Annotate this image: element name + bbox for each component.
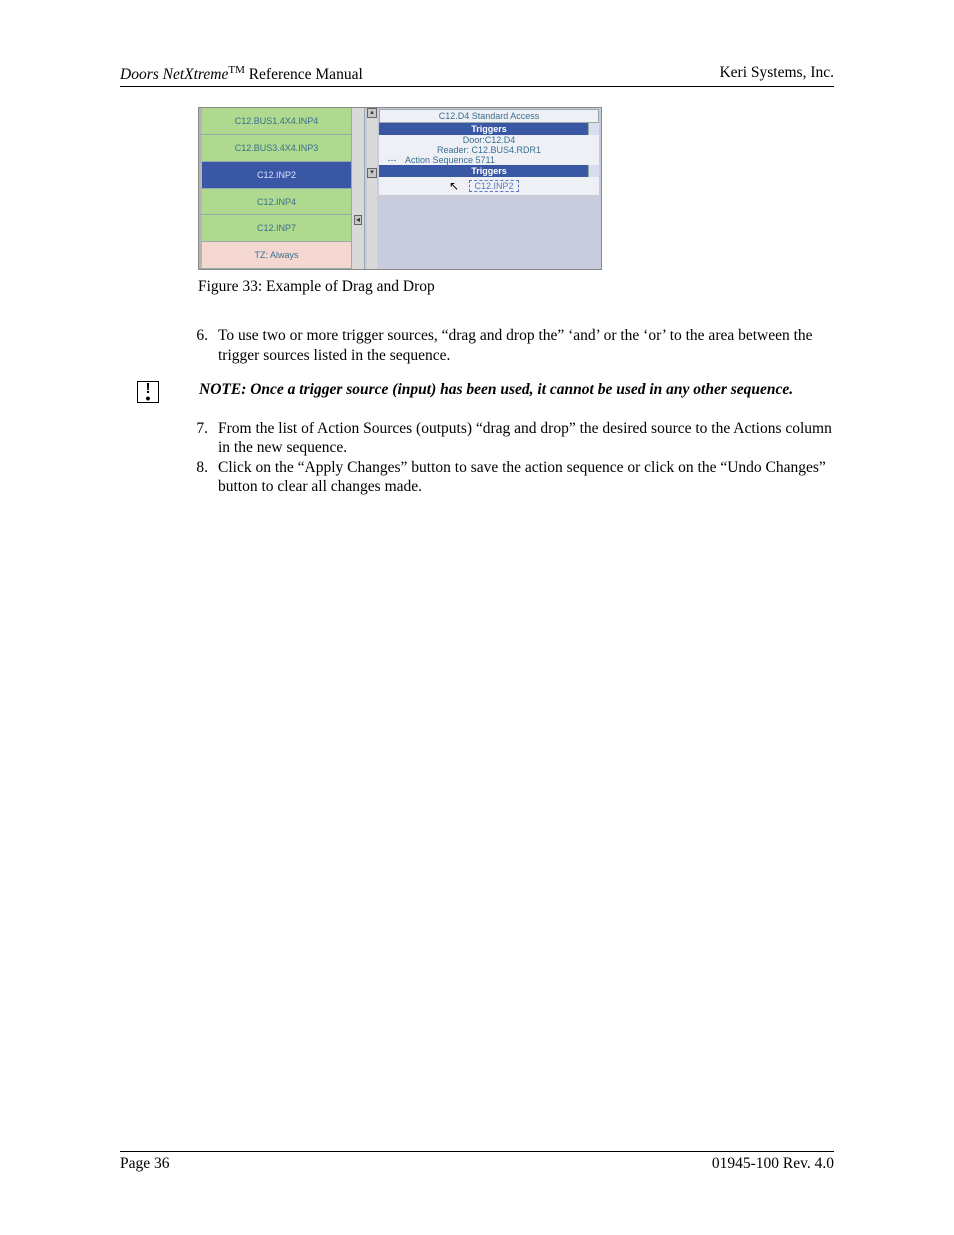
page-footer: Page 36 01945-100 Rev. 4.0 — [120, 1151, 834, 1173]
source-item[interactable]: C12.BUS1.4X4.INP4 — [199, 108, 351, 135]
steps-list-a: 6.To use two or more trigger sources, “d… — [192, 326, 834, 365]
header-rule — [120, 86, 834, 87]
drop-target[interactable]: ↖ C12.INP2 — [379, 177, 599, 195]
triggers-label: Triggers — [471, 124, 507, 134]
source-item[interactable]: C12.INP2 — [199, 162, 351, 189]
scroll-down-icon[interactable]: ▾ — [367, 168, 377, 178]
note-text: NOTE: Once a trigger source (input) has … — [199, 381, 834, 399]
page-header: Doors NetXtremeTM Reference Manual Keri … — [120, 64, 834, 84]
step-item: 7.From the list of Action Sources (outpu… — [192, 419, 834, 458]
source-item[interactable]: TZ: Always — [199, 242, 351, 269]
step-number: 7. — [192, 419, 218, 458]
product-name: Doors NetXtreme — [120, 66, 228, 83]
splitter[interactable]: ◂ — [351, 108, 365, 269]
action-sequence-label: Action Sequence 5711 — [405, 155, 599, 165]
triggers-header: Triggers — [379, 123, 599, 135]
source-item[interactable]: C12.BUS3.4X4.INP3 — [199, 135, 351, 162]
dragged-item[interactable]: C12.INP2 — [469, 180, 518, 192]
exclamation-icon: !• — [137, 381, 159, 403]
step-item: 8.Click on the “Apply Changes” button to… — [192, 458, 834, 497]
embedded-screenshot: C12.BUS1.4X4.INP4C12.BUS3.4X4.INP3C12.IN… — [198, 107, 602, 270]
scrollbar[interactable]: ▴ ▾ — [367, 108, 377, 269]
step-text: From the list of Action Sources (outputs… — [218, 419, 834, 458]
dash-icon: --- — [379, 155, 405, 165]
triggers-label-2: Triggers — [471, 166, 507, 176]
expand-icon-2[interactable] — [588, 165, 599, 177]
step-number: 8. — [192, 458, 218, 497]
action-sequence-row: --- Action Sequence 5711 — [379, 155, 599, 165]
header-suffix: Reference Manual — [245, 66, 363, 83]
page-number: Page 36 — [120, 1155, 170, 1173]
trademark: TM — [228, 64, 245, 76]
company-name: Keri Systems, Inc. — [719, 64, 834, 84]
footer-rule — [120, 1151, 834, 1152]
door-line: Door:C12.D4 — [379, 135, 599, 145]
splitter-handle-icon[interactable]: ◂ — [354, 215, 362, 225]
trigger-details: Door:C12.D4 Reader: C12.BUS4.RDR1 — [379, 135, 599, 155]
revision: 01945-100 Rev. 4.0 — [712, 1155, 834, 1173]
scroll-up-icon[interactable]: ▴ — [367, 108, 377, 118]
step-number: 6. — [192, 326, 218, 365]
step-text: To use two or more trigger sources, “dra… — [218, 326, 834, 365]
source-list: C12.BUS1.4X4.INP4C12.BUS3.4X4.INP3C12.IN… — [199, 108, 351, 269]
expand-icon[interactable] — [588, 123, 599, 135]
note-row: !• NOTE: Once a trigger source (input) h… — [120, 381, 834, 403]
header-left: Doors NetXtremeTM Reference Manual — [120, 64, 363, 84]
source-item[interactable]: C12.INP4 — [199, 189, 351, 216]
triggers-header-2: Triggers — [379, 165, 599, 177]
steps-list-b: 7.From the list of Action Sources (outpu… — [192, 419, 834, 497]
cursor-icon: ↖ — [449, 179, 459, 193]
reader-line: Reader: C12.BUS4.RDR1 — [379, 145, 599, 155]
step-item: 6.To use two or more trigger sources, “d… — [192, 326, 834, 365]
source-item[interactable]: C12.INP7 — [199, 215, 351, 242]
step-text: Click on the “Apply Changes” button to s… — [218, 458, 834, 497]
sequence-panel: ▴ ▾ C12.D4 Standard Access Triggers Door… — [365, 108, 601, 269]
figure-caption: Figure 33: Example of Drag and Drop — [198, 278, 834, 296]
sequence-title: C12.D4 Standard Access — [379, 109, 599, 123]
